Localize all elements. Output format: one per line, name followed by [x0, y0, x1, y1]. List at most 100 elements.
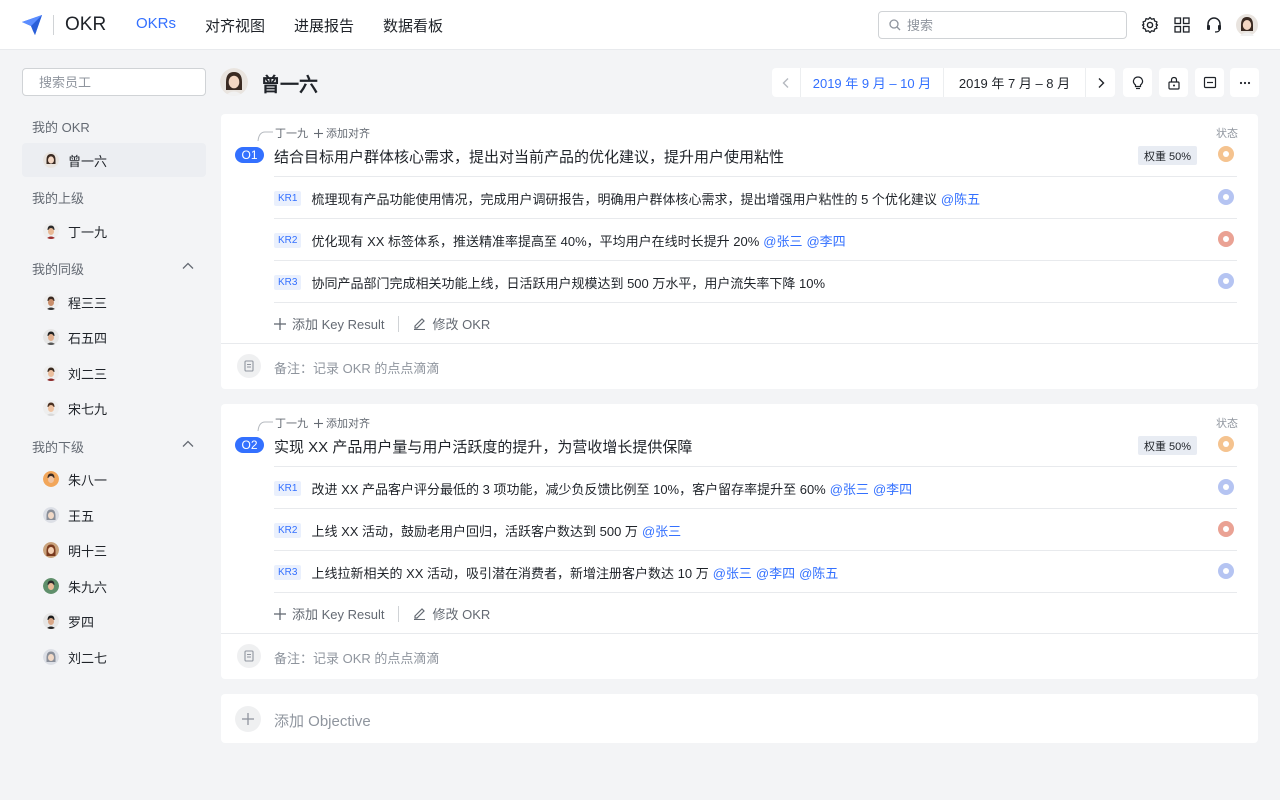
- mention-link[interactable]: @陈五: [941, 189, 980, 208]
- employee-search-box[interactable]: [22, 68, 215, 96]
- period-current-tab[interactable]: 2019 年 9 月 – 10 月: [801, 68, 944, 97]
- status-dot[interactable]: [1218, 189, 1234, 205]
- comment-button[interactable]: [1195, 68, 1224, 97]
- nav-progress-report[interactable]: 进展报告: [294, 15, 354, 36]
- key-result-row[interactable]: KR3 上线拉新相关的 XX 活动，吸引潜在消费者，新增注册客户数达 10 万 …: [274, 551, 1237, 593]
- period-switcher: 2019 年 9 月 – 10 月 2019 年 7 月 – 8 月: [772, 68, 1115, 97]
- objective-badge: O2: [235, 437, 264, 453]
- section-peers-title: 我的同级: [32, 262, 85, 277]
- kr-text: 梳理现有产品功能使用情况，完成用户调研报告，明确用户群体核心需求，提出增强用户粘…: [311, 191, 937, 207]
- kr-tag: KR1: [274, 190, 302, 206]
- lightbulb-button[interactable]: [1123, 68, 1152, 97]
- lightbulb-icon: [1132, 75, 1143, 89]
- avatar: [43, 365, 59, 381]
- add-align-button[interactable]: 添加对齐: [314, 415, 370, 431]
- sidebar-item-label: 宋七九: [68, 401, 108, 417]
- sidebar-item-subordinate[interactable]: 罗四: [22, 604, 206, 638]
- kr-text: 上线拉新相关的 XX 活动，吸引潜在消费者，新增注册客户数达 10 万: [311, 565, 709, 581]
- more-button[interactable]: [1230, 68, 1259, 97]
- add-key-result-button[interactable]: 添加 Key Result: [274, 604, 384, 623]
- mention-link[interactable]: @张三: [642, 521, 681, 540]
- sidebar-item-peer[interactable]: 程三三: [22, 285, 206, 319]
- top-search-box[interactable]: [878, 11, 1127, 39]
- status-dot[interactable]: [1218, 231, 1234, 247]
- key-result-row[interactable]: KR3 协同产品部门完成相关功能上线，日活跃用户规模达到 500 万水平，用户流…: [274, 261, 1237, 303]
- mention-link[interactable]: @李四: [806, 231, 845, 250]
- section-my-okr-title: 我的 OKR: [32, 120, 90, 135]
- key-result-row[interactable]: KR2 优化现有 XX 标签体系，推送精准率提高至 40%，平均用户在线时长提升…: [274, 219, 1237, 261]
- settings-gear-icon[interactable]: [1140, 15, 1160, 35]
- aligned-parent-name[interactable]: 丁一九: [275, 125, 308, 141]
- key-result-row[interactable]: KR1 梳理现有产品功能使用情况，完成用户调研报告，明确用户群体核心需求，提出增…: [274, 177, 1237, 219]
- period-other-tab[interactable]: 2019 年 7 月 – 8 月: [944, 68, 1086, 97]
- sidebar-item-peer[interactable]: 宋七九: [22, 391, 206, 425]
- chevron-up-icon[interactable]: [181, 437, 195, 451]
- sidebar-item-label: 朱八一: [68, 472, 108, 488]
- add-align-button[interactable]: 添加对齐: [314, 125, 370, 141]
- edit-okr-button[interactable]: 修改 OKR: [413, 314, 490, 333]
- alignment-meta: 丁一九 添加对齐: [275, 125, 370, 141]
- sidebar-item-peer[interactable]: 刘二三: [22, 356, 206, 390]
- objective-title[interactable]: 实现 XX 产品用户量与用户活跃度的提升，为营收增长提供保障: [274, 436, 692, 457]
- prev-period-button[interactable]: [772, 68, 801, 97]
- kr-tag: KR3: [274, 274, 302, 290]
- nav-dashboard[interactable]: 数据看板: [383, 15, 443, 36]
- note-icon: [237, 354, 261, 378]
- app-name: OKR: [65, 14, 107, 35]
- plus-icon: [314, 128, 323, 138]
- sidebar-item-subordinate[interactable]: 王五: [22, 498, 206, 532]
- sidebar-item-superior[interactable]: 丁一九: [22, 214, 206, 248]
- status-dot[interactable]: [1218, 273, 1234, 289]
- divider: [221, 633, 1258, 634]
- nav-alignment-view[interactable]: 对齐视图: [205, 15, 265, 36]
- app-grid-icon[interactable]: [1172, 15, 1192, 35]
- sidebar-item-label: 朱九六: [68, 579, 108, 595]
- status-dot[interactable]: [1218, 521, 1234, 537]
- sidebar-item-subordinate[interactable]: 朱九六: [22, 569, 206, 603]
- status-dot[interactable]: [1218, 436, 1234, 452]
- avatar: [43, 400, 59, 416]
- avatar: [43, 578, 59, 594]
- key-result-row[interactable]: KR2 上线 XX 活动，鼓励老用户回归，活跃客户数达到 500 万 @张三: [274, 509, 1237, 551]
- mention-link[interactable]: @张三: [830, 479, 869, 498]
- objective-actions: 添加 Key Result 修改 OKR: [274, 314, 490, 333]
- status-dot[interactable]: [1218, 479, 1234, 495]
- status-dot[interactable]: [1218, 146, 1234, 162]
- next-period-button[interactable]: [1086, 68, 1115, 97]
- nav-okrs[interactable]: OKRs: [136, 15, 176, 36]
- sidebar-item-peer[interactable]: 石五四: [22, 320, 206, 354]
- headset-support-icon[interactable]: [1204, 15, 1224, 35]
- top-search-input[interactable]: [907, 17, 1107, 33]
- sidebar-item-self[interactable]: 曾一六: [22, 143, 206, 177]
- mention-link[interactable]: @张三: [763, 231, 802, 250]
- note-input[interactable]: 备注：记录 OKR 的点点滴滴: [274, 358, 439, 377]
- weight-badge[interactable]: 权重 50%: [1138, 146, 1198, 165]
- status-dot[interactable]: [1218, 563, 1234, 579]
- sidebar-item-subordinate[interactable]: 明十三: [22, 533, 206, 567]
- mention-link[interactable]: @陈五: [799, 563, 838, 582]
- kr-tag: KR2: [274, 232, 302, 248]
- main-nav: OKRs 对齐视图 进展报告 数据看板: [136, 15, 443, 36]
- user-avatar[interactable]: [1236, 14, 1258, 36]
- chevron-up-icon[interactable]: [181, 259, 195, 273]
- app-logo-icon[interactable]: [20, 13, 44, 37]
- more-dots-icon: [1239, 81, 1250, 84]
- sidebar-item-subordinate[interactable]: 朱八一: [22, 462, 206, 496]
- add-objective-button[interactable]: 添加 Objective: [221, 694, 1258, 743]
- edit-okr-button[interactable]: 修改 OKR: [413, 604, 490, 623]
- note-input[interactable]: 备注：记录 OKR 的点点滴滴: [274, 648, 439, 667]
- mention-link[interactable]: @李四: [873, 479, 912, 498]
- key-result-row[interactable]: KR1 改进 XX 产品客户评分最低的 3 项功能，减少负反馈比例至 10%，客…: [274, 467, 1237, 509]
- objective-card: 丁一九 添加对齐 状态 O1 结合目标用户群体核心需求，提出对当前产品的优化建议…: [221, 114, 1258, 389]
- aligned-parent-name[interactable]: 丁一九: [275, 415, 308, 431]
- lock-button[interactable]: [1159, 68, 1188, 97]
- add-key-result-button[interactable]: 添加 Key Result: [274, 314, 384, 333]
- sidebar-item-subordinate[interactable]: 刘二七: [22, 640, 206, 674]
- employee-search-input[interactable]: [39, 74, 215, 90]
- objective-title[interactable]: 结合目标用户群体核心需求，提出对当前产品的优化建议，提升用户使用粘性: [274, 146, 784, 167]
- avatar: [43, 223, 59, 239]
- weight-badge[interactable]: 权重 50%: [1138, 436, 1198, 455]
- mention-link[interactable]: @张三: [713, 563, 752, 582]
- sidebar-item-label: 明十三: [68, 543, 108, 559]
- mention-link[interactable]: @李四: [756, 563, 795, 582]
